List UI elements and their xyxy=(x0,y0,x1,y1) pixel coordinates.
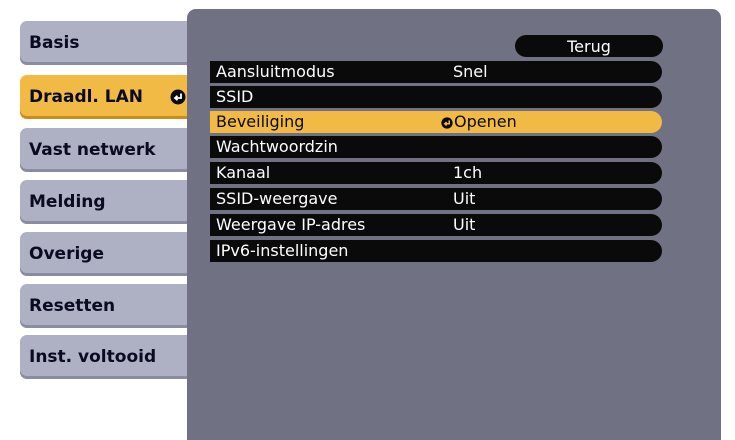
row-ssid[interactable]: SSID xyxy=(210,86,662,108)
row-kanaal[interactable]: Kanaal 1ch xyxy=(210,162,662,184)
row-value: Uit xyxy=(453,189,476,208)
row-weergave-ip-adres[interactable]: Weergave IP-adres Uit xyxy=(210,214,662,236)
enter-icon xyxy=(170,89,186,105)
sidebar-item-basis[interactable]: Basis xyxy=(20,21,192,65)
row-value-container: Openen xyxy=(441,111,517,133)
sidebar-item-overige[interactable]: Overige xyxy=(20,232,192,276)
sidebar-item-inst-voltooid[interactable]: Inst. voltooid xyxy=(20,335,192,379)
row-label: Aansluitmodus xyxy=(216,62,335,81)
row-aansluitmodus[interactable]: Aansluitmodus Snel xyxy=(210,61,662,83)
row-label: SSID xyxy=(216,87,254,106)
sidebar-item-label: Inst. voltooid xyxy=(29,347,157,367)
sidebar-item-label: Vast netwerk xyxy=(29,140,156,160)
settings-panel: Terug Aansluitmodus Snel SSID Beveiligin… xyxy=(187,9,721,440)
back-button-label: Terug xyxy=(567,36,611,56)
row-label: Kanaal xyxy=(216,163,271,182)
row-label: SSID-weergave xyxy=(216,189,338,208)
row-value: Openen xyxy=(454,112,517,131)
sidebar-item-vast-netwerk[interactable]: Vast netwerk xyxy=(20,128,192,172)
row-ipv6-instellingen[interactable]: IPv6-instellingen xyxy=(210,240,662,262)
sidebar-item-label: Basis xyxy=(29,33,80,53)
row-label: Weergave IP-adres xyxy=(216,215,366,234)
sidebar-item-label: Melding xyxy=(29,192,106,212)
row-label: IPv6-instellingen xyxy=(216,241,349,260)
row-ssid-weergave[interactable]: SSID-weergave Uit xyxy=(210,188,662,210)
row-value: Snel xyxy=(453,62,488,81)
row-label: Beveiliging xyxy=(216,112,305,131)
sidebar-item-label: Draadl. LAN xyxy=(29,87,144,107)
sidebar-item-melding[interactable]: Melding xyxy=(20,180,192,224)
back-button[interactable]: Terug xyxy=(515,35,663,57)
row-beveiliging[interactable]: Beveiliging Openen xyxy=(210,111,662,133)
enter-icon xyxy=(441,117,453,129)
sidebar-item-resetten[interactable]: Resetten xyxy=(20,284,192,328)
sidebar-item-label: Resetten xyxy=(29,296,116,316)
sidebar: Basis Draadl. LAN Vast netwerk Melding O… xyxy=(0,0,195,440)
row-value: 1ch xyxy=(453,163,483,182)
row-wachtwoordzin[interactable]: Wachtwoordzin xyxy=(210,136,662,158)
sidebar-item-draadl-lan[interactable]: Draadl. LAN xyxy=(20,75,192,119)
row-label: Wachtwoordzin xyxy=(216,137,338,156)
sidebar-item-label: Overige xyxy=(29,244,104,264)
row-value: Uit xyxy=(453,215,476,234)
